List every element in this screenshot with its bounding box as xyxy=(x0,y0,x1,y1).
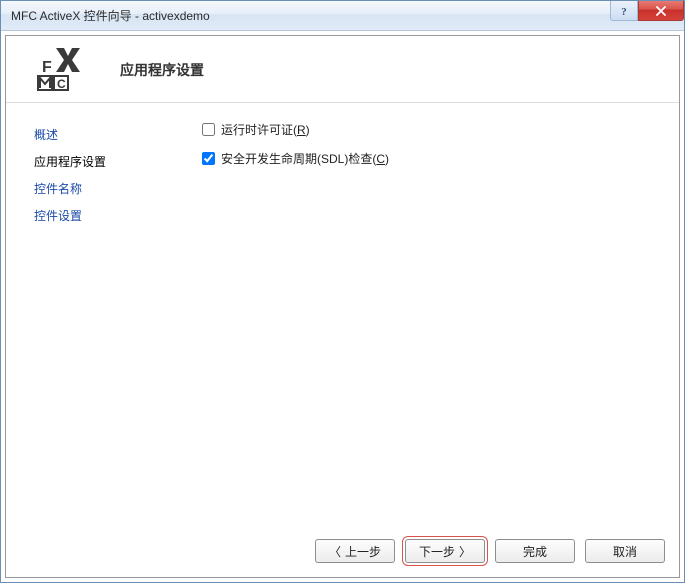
sidebar-item-appsettings[interactable]: 应用程序设置 xyxy=(34,148,171,175)
sdl-check-checkbox[interactable] xyxy=(202,152,215,165)
cancel-button-label: 取消 xyxy=(613,543,637,560)
sdl-check-label: 安全开发生命周期(SDL)检查(C) xyxy=(221,150,389,167)
finish-button[interactable]: 完成 xyxy=(495,539,575,563)
sdl-check-label-post: ) xyxy=(385,152,389,166)
finish-button-label: 完成 xyxy=(523,543,547,560)
svg-text:?: ? xyxy=(621,6,627,17)
runtime-license-label: 运行时许可证(R) xyxy=(221,121,310,138)
chevron-left-icon: 〈 xyxy=(329,543,341,560)
sidebar-item-controlsettings[interactable]: 控件设置 xyxy=(34,202,171,229)
prev-button[interactable]: 〈 上一步 xyxy=(315,539,395,563)
sidebar: 概述 应用程序设置 控件名称 控件设置 xyxy=(6,103,184,529)
svg-text:F: F xyxy=(42,59,52,76)
sdl-check-label-pre: 安全开发生命周期(SDL)检查( xyxy=(221,152,376,166)
runtime-license-label-pre: 运行时许可证( xyxy=(221,123,297,137)
runtime-license-label-post: ) xyxy=(306,123,310,137)
sidebar-item-overview[interactable]: 概述 xyxy=(34,121,171,148)
cancel-button[interactable]: 取消 xyxy=(585,539,665,563)
header: F C 应用程序设置 xyxy=(6,36,679,102)
svg-text:C: C xyxy=(57,77,66,91)
wizard-window: MFC ActiveX 控件向导 - activexdemo ? xyxy=(0,0,685,583)
prev-button-label: 上一步 xyxy=(345,543,381,560)
body: 概述 应用程序设置 控件名称 控件设置 运行时许可证(R) 安全开发生命周期(S… xyxy=(6,102,679,529)
runtime-license-checkbox[interactable] xyxy=(202,123,215,136)
sidebar-item-controlname[interactable]: 控件名称 xyxy=(34,175,171,202)
next-button-label: 下一步 xyxy=(419,543,455,560)
window-title: MFC ActiveX 控件向导 - activexdemo xyxy=(11,7,210,24)
content-area: F C 应用程序设置 概述 应用程序设置 控件名称 控件设置 xyxy=(5,35,680,578)
help-button[interactable]: ? xyxy=(610,1,638,21)
chevron-right-icon: 〉 xyxy=(459,543,471,560)
next-button[interactable]: 下一步 〉 xyxy=(405,539,485,563)
runtime-license-row[interactable]: 运行时许可证(R) xyxy=(202,121,661,138)
help-icon: ? xyxy=(619,5,629,17)
footer: 〈 上一步 下一步 〉 完成 取消 xyxy=(6,529,679,577)
close-icon xyxy=(655,6,667,16)
sdl-check-key: C xyxy=(376,152,385,166)
titlebar: MFC ActiveX 控件向导 - activexdemo ? xyxy=(1,1,684,31)
main-panel: 运行时许可证(R) 安全开发生命周期(SDL)检查(C) xyxy=(184,103,679,529)
runtime-license-key: R xyxy=(297,123,306,137)
close-button[interactable] xyxy=(638,1,684,21)
mfc-logo: F C xyxy=(24,46,82,94)
sdl-check-row[interactable]: 安全开发生命周期(SDL)检查(C) xyxy=(202,150,661,167)
titlebar-controls: ? xyxy=(610,1,684,23)
page-heading: 应用程序设置 xyxy=(120,60,204,80)
